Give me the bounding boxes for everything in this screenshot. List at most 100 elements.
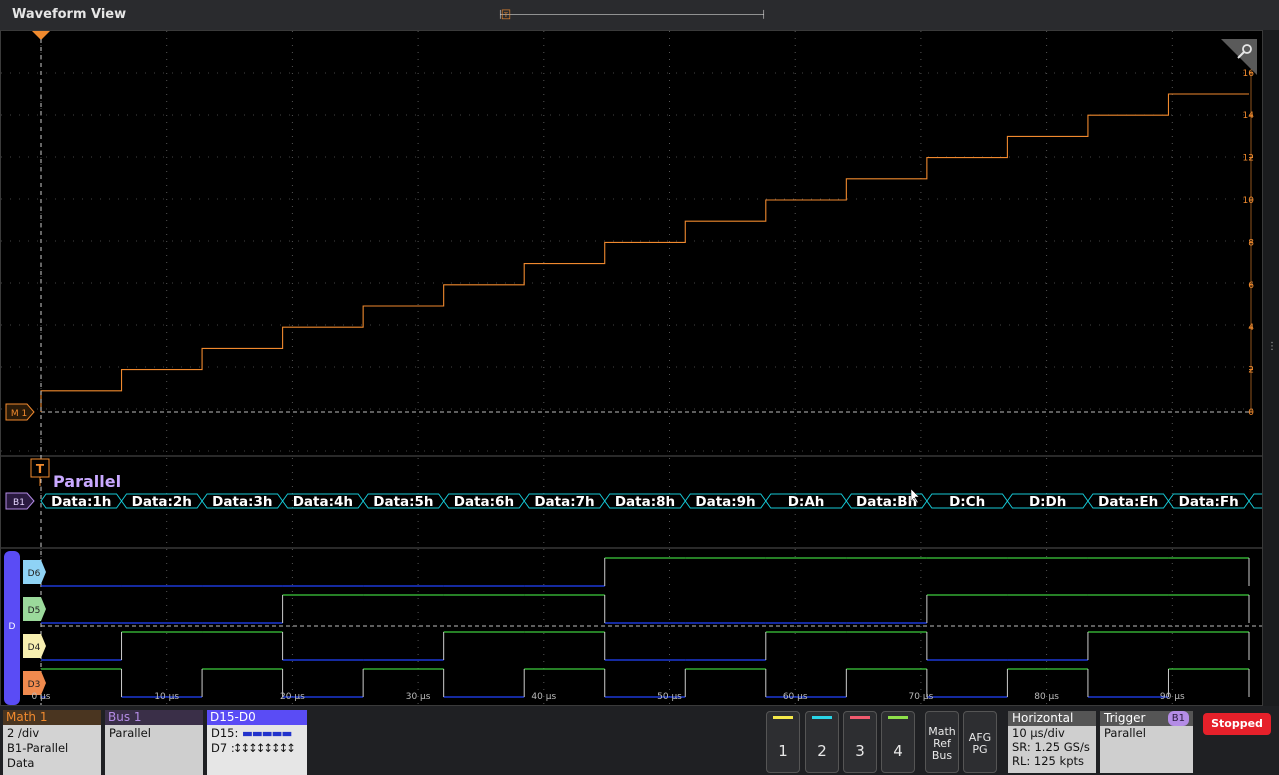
horizontal-record-length: RL: 125 kpts (1012, 754, 1084, 768)
title-bar: Waveform View T (0, 0, 1279, 30)
trigger-position-icon (32, 31, 50, 40)
bus1-type: Parallel (109, 726, 151, 740)
trigger-type: Parallel (1104, 726, 1146, 740)
math1-badge-title: Math 1 (3, 710, 101, 725)
settings-bar: Math 1 2 /div B1-Parallel Data Bus 1 Par… (0, 706, 1279, 775)
channel-2-button[interactable]: 2 (805, 711, 839, 773)
side-panel-handle[interactable]: ⋮ (1267, 342, 1277, 364)
digital-channel-label: D5 (28, 606, 41, 616)
bus-packet: Data:Fh (1167, 493, 1250, 510)
trigger-source-badge: B1 (1167, 711, 1189, 726)
bus-packet: Data:3h (201, 493, 284, 510)
bus-packet-label: Data:6h (454, 494, 514, 510)
bus-packet: Data:Eh (1087, 493, 1170, 510)
bus-packet: D:Ah (765, 493, 847, 510)
time-axis-label: 50 µs (657, 692, 682, 702)
digital-d7-row: D7 :↕↕↕↕↕↕↕↕ (211, 741, 296, 755)
channel-3-button[interactable]: 3 (843, 711, 877, 773)
bus-packet-label: Data:9h (695, 494, 755, 510)
horizontal-sample-rate: SR: 1.25 GS/s (1012, 740, 1090, 754)
digital-badge-title: D15-D0 (207, 710, 307, 725)
time-axis-label: 30 µs (406, 692, 431, 702)
bus-packet: Data:5h (362, 493, 445, 510)
bus-packet: D:Ch (926, 493, 1009, 510)
bus-b1-marker[interactable]: B1 (5, 492, 35, 510)
horizontal-scale: 10 µs/div (1012, 726, 1065, 740)
math1-scale: 2 /div (7, 726, 40, 740)
waveform-plot[interactable]: 1614121086420M 1TParallelB1Data:1hData:2… (0, 30, 1263, 706)
bus-packet-continuation (1248, 493, 1262, 509)
bus-packet-label: Data:7h (534, 494, 594, 510)
math1-source: B1-Parallel (7, 741, 69, 755)
channel-4-button[interactable]: 4 (881, 711, 915, 773)
bus-packet-label: D:Ch (949, 494, 985, 510)
digital-channel-d5: D5 (23, 594, 1250, 624)
channel-3-color (850, 716, 870, 719)
bus-packet-label: Data:3h (212, 494, 272, 510)
bus-packet-label: Data:Fh (1179, 494, 1239, 510)
digital-group-label: D (9, 622, 16, 632)
d15-activity-icon: ▬▬▬▬▬ (242, 726, 292, 740)
digital-channel-label: D6 (28, 569, 41, 579)
zoom-icon[interactable] (1221, 39, 1257, 75)
digital-d15-row: D15: ▬▬▬▬▬ (211, 726, 292, 740)
math-waveform-trace (40, 93, 1249, 412)
bus-trigger-marker: T (30, 458, 50, 486)
digital-channel-d6: D6 (23, 557, 1250, 587)
d7-activity-icon: :↕↕↕↕↕↕↕↕ (230, 741, 296, 755)
digital-channel-d4: D4 (23, 631, 1250, 661)
acquisition-status-button[interactable]: Stopped (1203, 713, 1271, 735)
digital-channel-d3: D3 (23, 668, 1250, 698)
math1-label: M 1 (11, 409, 27, 419)
waveform-overview[interactable]: T (423, 8, 841, 22)
window-title: Waveform View (12, 7, 127, 22)
bus-packet: Data:7h (523, 493, 606, 510)
bus-packet: Data:1h (40, 493, 123, 510)
digital-badge[interactable]: D15-D0 D15: ▬▬▬▬▬ D7 :↕↕↕↕↕↕↕↕ (207, 710, 307, 775)
channel-2-color (812, 716, 832, 719)
bus-packet-label: Data:1h (51, 494, 111, 510)
time-axis-label: 20 µs (280, 692, 305, 702)
trigger-title: Trigger B1 (1100, 711, 1193, 726)
math-scale-label: 12 (1243, 154, 1254, 164)
channel-4-color (888, 716, 908, 719)
time-axis-label: 10 µs (154, 692, 179, 702)
math1-badge[interactable]: Math 1 2 /div B1-Parallel Data (3, 710, 101, 775)
bus-b1-label: B1 (13, 498, 25, 508)
bus-packet-label: Data:Bh (856, 494, 917, 510)
bus1-badge[interactable]: Bus 1 Parallel (105, 710, 203, 775)
afg-pg-button[interactable]: AFG PG (963, 711, 997, 773)
math-scale-label: 14 (1243, 111, 1255, 121)
bus-packet-label: Data:5h (373, 494, 433, 510)
channel-1-color (773, 716, 793, 719)
bus-packet-label: Data:2h (132, 494, 192, 510)
overview-trigger-marker: T (503, 12, 508, 19)
time-axis-label: 40 µs (531, 692, 556, 702)
time-axis-label: 90 µs (1160, 692, 1185, 702)
bus-packet: Data:6h (443, 493, 525, 510)
add-math-ref-bus-button[interactable]: Math Ref Bus (925, 711, 959, 773)
digital-channel-label: D4 (28, 643, 41, 653)
time-axis-label: 60 µs (783, 692, 808, 702)
bus-name-label: Parallel (53, 472, 121, 491)
horizontal-title: Horizontal (1008, 711, 1096, 726)
time-axis-label: 80 µs (1034, 692, 1059, 702)
time-axis-label: 0 µs (31, 692, 50, 702)
bus-packet-label: Data:Eh (1098, 494, 1158, 510)
bus-trigger-label: T (36, 462, 45, 476)
bus-packet: D:Dh (1006, 493, 1089, 510)
time-axis-label: 70 µs (909, 692, 934, 702)
math1-ground-marker[interactable]: M 1 (5, 403, 35, 421)
bus-packet: Data:9h (684, 493, 767, 510)
bus-packet-label: D:Ah (788, 494, 825, 510)
horizontal-panel[interactable]: Horizontal 10 µs/div SR: 1.25 GS/s RL: 1… (1008, 711, 1096, 773)
digital-channel-label: D3 (28, 680, 41, 690)
channel-1-button[interactable]: 1 (766, 711, 800, 773)
bus-packet: Data:2h (120, 493, 203, 510)
bus-packet-label: D:Dh (1029, 494, 1066, 510)
bus1-badge-title: Bus 1 (105, 710, 203, 725)
math-scale-label: 10 (1243, 196, 1255, 206)
math1-type: Data (7, 756, 35, 770)
bus-packet-label: Data:8h (615, 494, 675, 510)
trigger-panel[interactable]: Trigger B1 Parallel (1100, 711, 1193, 773)
